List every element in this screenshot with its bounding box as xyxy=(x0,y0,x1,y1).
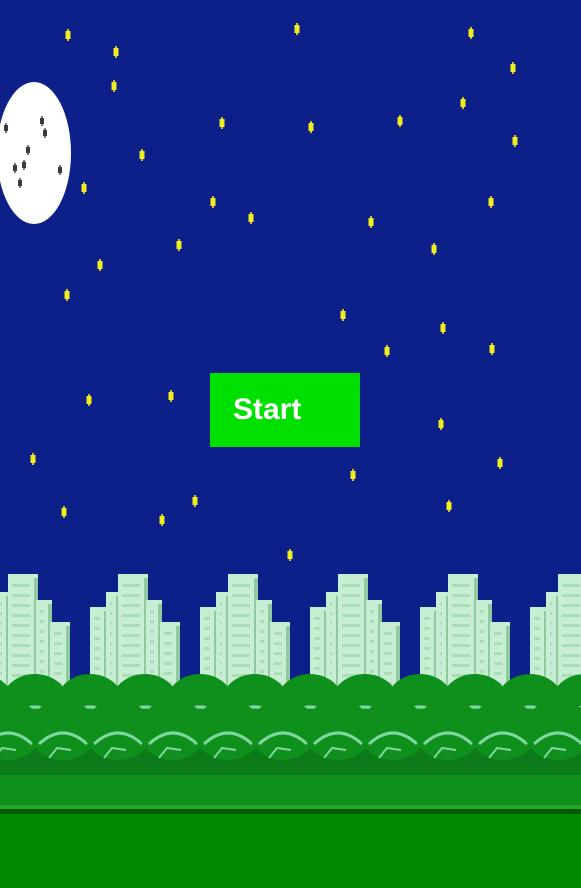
game-screen: Start xyxy=(0,0,581,888)
moon-icon xyxy=(0,82,71,224)
ground xyxy=(0,775,581,888)
start-button[interactable]: Start xyxy=(210,373,360,447)
